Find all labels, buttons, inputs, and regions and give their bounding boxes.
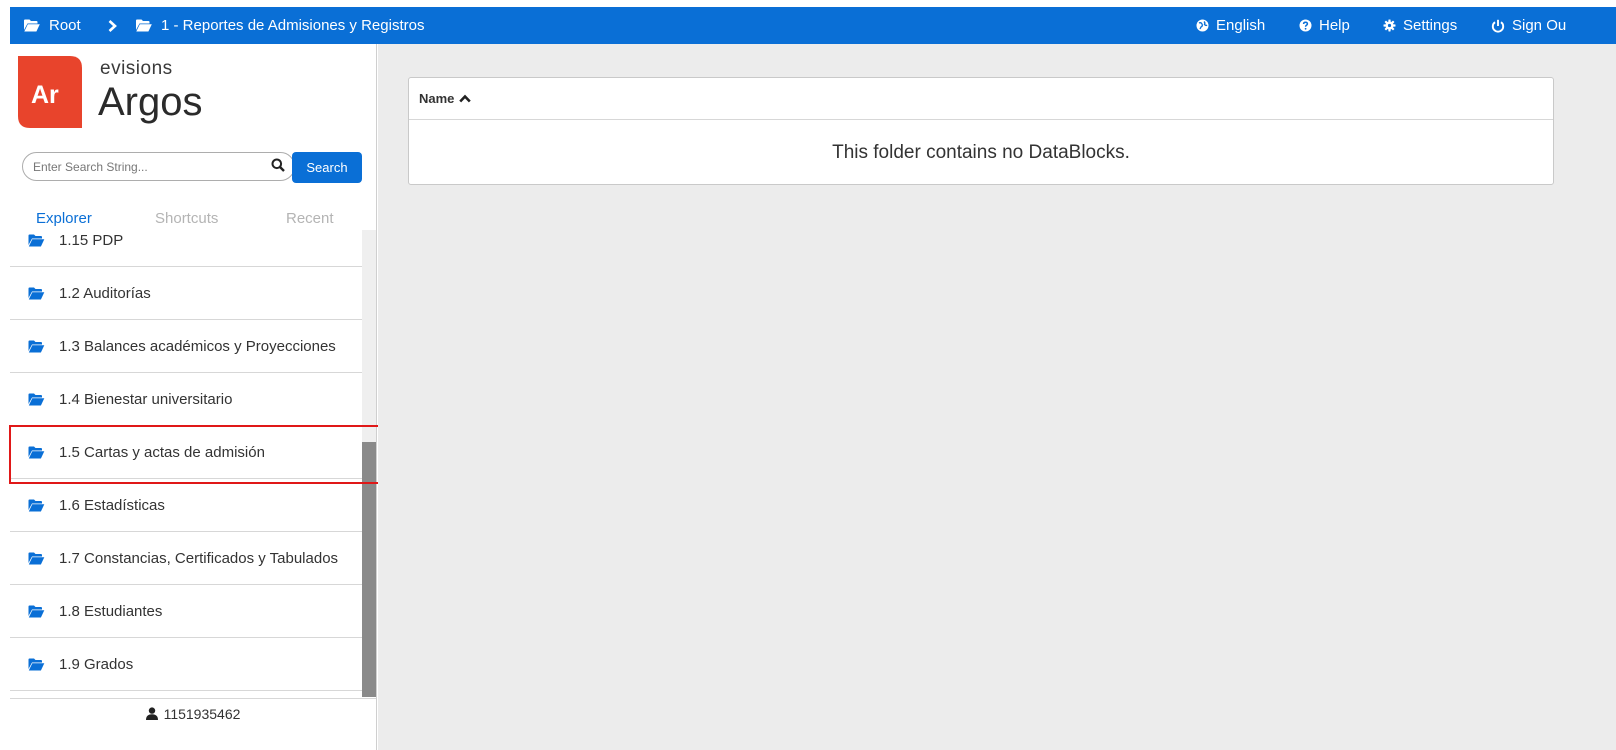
tab-shortcuts[interactable]: Shortcuts: [155, 210, 218, 227]
folder-item[interactable]: 1.6 Estadísticas: [10, 479, 362, 532]
folder-item[interactable]: 1.9 Grados: [10, 638, 362, 691]
folder-open-icon: [28, 658, 45, 670]
current-user: 1151935462: [10, 698, 376, 728]
folder-label: 1.6 Estadísticas: [59, 496, 165, 514]
sidebar: Ar evisions Argos Search Explorer Shortc…: [10, 44, 377, 750]
folder-item[interactable]: 1.4 Bienestar universitario: [10, 373, 362, 426]
breadcrumb-root[interactable]: Root: [24, 7, 81, 44]
empty-message: This folder contains no DataBlocks.: [832, 142, 1130, 163]
folder-open-icon: [136, 19, 152, 32]
chevron-up-icon: [459, 94, 472, 103]
folder-label: 1.9 Grados: [59, 655, 134, 673]
folder-item[interactable]: 1.2 Auditorías: [10, 267, 362, 320]
folder-open-icon: [28, 552, 45, 564]
breadcrumb-current-label: 1 - Reportes de Admisiones y Registros: [161, 17, 425, 34]
column-header-name[interactable]: Name: [409, 78, 1553, 120]
folder-open-icon: [28, 340, 45, 352]
chevron-right-icon: [108, 7, 117, 44]
highlight-box: [9, 425, 384, 484]
top-bar: Root 1 - Reportes de Admisiones y Regist…: [10, 7, 1616, 44]
folder-label: 1.3 Balances académicos y Proyecciones: [59, 337, 336, 355]
language-label: English: [1216, 17, 1266, 34]
user-id: 1151935462: [163, 705, 241, 722]
sign-out-link[interactable]: Sign Ou: [1491, 7, 1566, 44]
sign-out-label: Sign Ou: [1512, 17, 1567, 34]
breadcrumb-current[interactable]: 1 - Reportes de Admisiones y Registros: [136, 7, 424, 44]
search-input[interactable]: [33, 158, 253, 176]
folder-label: 1.4 Bienestar universitario: [59, 390, 233, 408]
column-header-label: Name: [419, 91, 455, 106]
folder-label: 1.7 Constancias, Certificados y Tabulado…: [59, 549, 339, 567]
folder-open-icon: [28, 287, 45, 299]
brand-product: Argos: [98, 80, 203, 124]
folder-open-icon: [28, 234, 45, 246]
settings-link[interactable]: Settings: [1383, 7, 1457, 44]
sidebar-tabs: Explorer Shortcuts Recent: [10, 208, 376, 230]
power-icon: [1491, 19, 1505, 33]
folder-item[interactable]: 1.3 Balances académicos y Proyecciones: [10, 320, 362, 373]
folder-open-icon: [28, 393, 45, 405]
main-content: Name This folder contains no DataBlocks.: [378, 44, 1616, 750]
folder-label: 1.8 Estudiantes: [59, 602, 163, 620]
folder-open-icon: [24, 19, 40, 32]
folder-item[interactable]: 1.8 Estudiantes: [10, 585, 362, 638]
folder-item[interactable]: 1.7 Constancias, Certificados y Tabulado…: [10, 532, 362, 585]
search-icon[interactable]: [271, 158, 285, 172]
folder-label: 1.2 Auditorías: [59, 284, 151, 302]
folder-open-icon: [28, 499, 45, 511]
tab-recent[interactable]: Recent: [286, 210, 334, 227]
argos-logo: Ar: [18, 56, 82, 128]
gear-icon: [1383, 19, 1396, 32]
globe-icon: [1196, 19, 1209, 32]
folder-label: 1.15 PDP: [59, 231, 124, 249]
language-link[interactable]: English: [1196, 7, 1265, 44]
help-label: Help: [1319, 17, 1350, 34]
svg-text:Ar: Ar: [31, 81, 59, 109]
help-link[interactable]: Help: [1299, 7, 1350, 44]
folder-open-icon: [28, 605, 45, 617]
question-circle-icon: [1299, 19, 1312, 32]
settings-label: Settings: [1403, 17, 1458, 34]
tab-explorer[interactable]: Explorer: [36, 210, 92, 227]
breadcrumb-root-label: Root: [49, 17, 81, 34]
folder-item[interactable]: 1.15 PDP: [10, 230, 362, 267]
datablock-table: Name This folder contains no DataBlocks.: [408, 77, 1554, 185]
brand-company: evisions: [100, 58, 173, 79]
user-icon: [145, 707, 158, 720]
search-button[interactable]: Search: [292, 152, 362, 183]
search-box: [22, 152, 295, 181]
